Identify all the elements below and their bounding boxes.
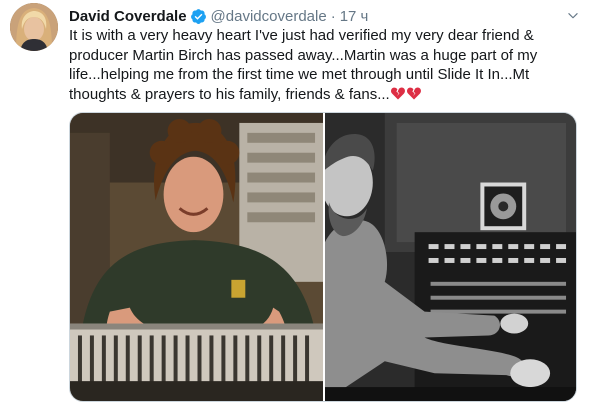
photo-martin-birch-bw[interactable] [325,113,576,401]
tweet-text-content: It is with a very heavy heart I've just … [69,27,542,103]
author-handle[interactable]: @davidcoverdale [211,8,327,25]
header-separator: · [330,7,336,25]
tweet[interactable]: David Coverdale @davidcoverdale · 17 ч I… [0,0,593,408]
tweet-timestamp[interactable]: 17 ч [340,8,369,25]
more-options-chevron-down-icon[interactable] [563,6,583,26]
broken-heart-icon [390,85,406,101]
tweet-media [69,112,577,402]
avatar[interactable] [10,3,58,51]
tweet-header: David Coverdale @davidcoverdale · 17 ч [69,5,583,27]
verified-badge-icon [190,8,207,25]
photo-martin-birch-color[interactable] [70,113,323,401]
broken-heart-icon [406,85,422,101]
tweet-text: It is with a very heavy heart I've just … [69,26,581,104]
author-name[interactable]: David Coverdale [69,8,187,25]
